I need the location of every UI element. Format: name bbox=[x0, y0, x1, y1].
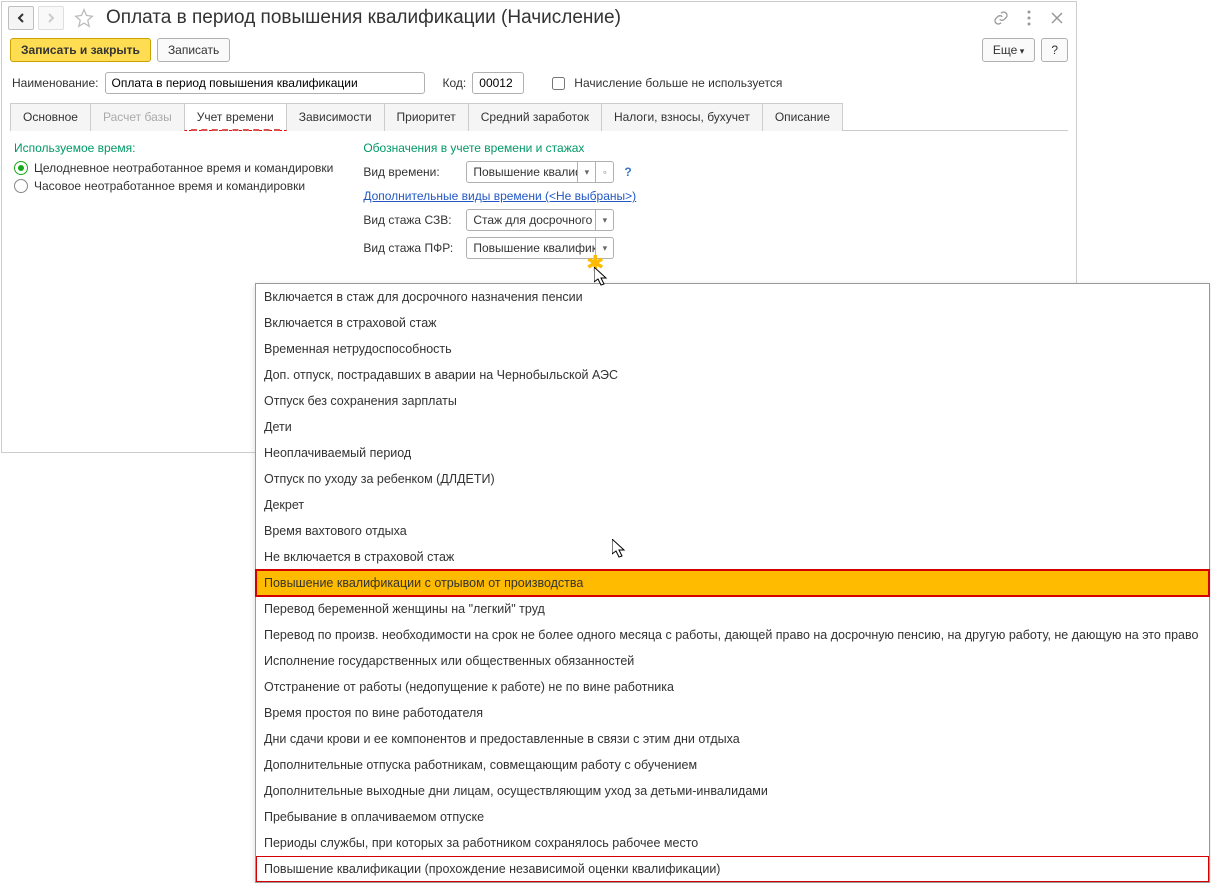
name-label: Наименование: bbox=[12, 76, 99, 90]
dropdown-item[interactable]: Включается в страховой стаж bbox=[256, 310, 1209, 336]
dropdown-item[interactable]: Дополнительные отпуска работникам, совме… bbox=[256, 752, 1209, 778]
tab-main[interactable]: Основное bbox=[10, 103, 91, 131]
vid-vremeni-label: Вид времени: bbox=[363, 165, 458, 179]
dropdown-item[interactable]: Перевод беременной женщины на "легкий" т… bbox=[256, 596, 1209, 622]
name-input[interactable] bbox=[105, 72, 425, 94]
code-label: Код: bbox=[443, 76, 467, 90]
dropdown-item[interactable]: Повышение квалификации (прохождение неза… bbox=[256, 856, 1209, 882]
radio-fullday-label: Целодневное неотработанное время и коман… bbox=[34, 161, 333, 175]
form-header-row: Наименование: Код: Начисление больше не … bbox=[2, 70, 1076, 102]
row-vid-vremeni: Вид времени: Повышение квалифика ▾ ▫ ? bbox=[363, 161, 636, 183]
close-icon[interactable] bbox=[1048, 9, 1066, 27]
dropdown-item[interactable]: Декрет bbox=[256, 492, 1209, 518]
pfr-label: Вид стажа ПФР: bbox=[363, 241, 458, 255]
help-icon[interactable]: ? bbox=[624, 165, 631, 179]
radio-hourly[interactable] bbox=[14, 179, 28, 193]
save-button[interactable]: Записать bbox=[157, 38, 230, 62]
used-time-title: Используемое время: bbox=[14, 141, 333, 155]
dropdown-item[interactable]: Временная нетрудоспособность bbox=[256, 336, 1209, 362]
unused-checkbox[interactable] bbox=[552, 77, 565, 90]
unused-label: Начисление больше не используется bbox=[574, 76, 782, 90]
dropdown-item[interactable]: Дни сдачи крови и ее компонентов и предо… bbox=[256, 726, 1209, 752]
tab-body: Используемое время: Целодневное неотрабо… bbox=[2, 131, 1076, 275]
titlebar: Оплата в период повышения квалификации (… bbox=[2, 2, 1076, 36]
save-and-close-button[interactable]: Записать и закрыть bbox=[10, 38, 151, 62]
left-column: Используемое время: Целодневное неотрабо… bbox=[14, 141, 333, 265]
dropdown-item[interactable]: Доп. отпуск, пострадавших в аварии на Че… bbox=[256, 362, 1209, 388]
tab-avg[interactable]: Средний заработок bbox=[468, 103, 602, 131]
row-pfr: Вид стажа ПФР: Повышение квалифика ▾ bbox=[363, 237, 636, 259]
dropdown-item[interactable]: Время простоя по вине работодателя bbox=[256, 700, 1209, 726]
szv-label: Вид стажа СЗВ: bbox=[363, 213, 458, 227]
tab-tax[interactable]: Налоги, взносы, бухучет bbox=[601, 103, 763, 131]
dropdown-item[interactable]: Пребывание в оплачиваемом отпуске bbox=[256, 804, 1209, 830]
pfr-combo[interactable]: Повышение квалифика ▾ bbox=[466, 237, 614, 259]
nav-back-button[interactable] bbox=[8, 6, 34, 30]
vid-vremeni-combo[interactable]: Повышение квалифика ▾ ▫ bbox=[466, 161, 614, 183]
pfr-value: Повышение квалифика bbox=[467, 241, 595, 255]
dropdown-item[interactable]: Не включается в страховой стаж bbox=[256, 544, 1209, 570]
more-button[interactable]: Еще bbox=[982, 38, 1035, 62]
chevron-down-icon[interactable]: ▾ bbox=[577, 162, 595, 182]
dropdown-item[interactable]: Включается в стаж для досрочного назначе… bbox=[256, 284, 1209, 310]
dropdown-item[interactable]: Время вахтового отдыха bbox=[256, 518, 1209, 544]
code-input[interactable] bbox=[472, 72, 524, 94]
designations-title: Обозначения в учете времени и стажах bbox=[363, 141, 636, 155]
favorite-star-icon[interactable] bbox=[72, 6, 96, 30]
row-dop-link: Дополнительные виды времени (<Не выбраны… bbox=[363, 189, 636, 203]
dropdown-item[interactable]: Периоды службы, при которых за работнико… bbox=[256, 830, 1209, 856]
chevron-down-icon[interactable]: ▾ bbox=[595, 210, 613, 230]
radio-row-hourly[interactable]: Часовое неотработанное время и командиро… bbox=[14, 179, 333, 193]
dropdown-item[interactable]: Дополнительные выходные дни лицам, осуще… bbox=[256, 778, 1209, 804]
link-icon[interactable] bbox=[992, 9, 1010, 27]
tab-time[interactable]: Учет времени bbox=[184, 103, 287, 131]
dropdown-item[interactable]: Дети bbox=[256, 414, 1209, 440]
toolbar: Записать и закрыть Записать Еще ? bbox=[2, 36, 1076, 70]
szv-value: Стаж для досрочного на bbox=[467, 213, 595, 227]
dropdown-item[interactable]: Отпуск без сохранения зарплаты bbox=[256, 388, 1209, 414]
additional-time-link[interactable]: Дополнительные виды времени (<Не выбраны… bbox=[363, 189, 636, 203]
tab-priority[interactable]: Приоритет bbox=[384, 103, 469, 131]
tab-deps[interactable]: Зависимости bbox=[286, 103, 385, 131]
dropdown-item[interactable]: Перевод по произв. необходимости на срок… bbox=[256, 622, 1209, 648]
tabs: Основное Расчет базы Учет времени Зависи… bbox=[10, 102, 1068, 131]
right-column: Обозначения в учете времени и стажах Вид… bbox=[363, 141, 636, 265]
kebab-menu-icon[interactable] bbox=[1020, 9, 1038, 27]
open-ref-icon[interactable]: ▫ bbox=[595, 162, 613, 182]
dropdown-item[interactable]: Отпуск по уходу за ребенком (ДЛДЕТИ) bbox=[256, 466, 1209, 492]
radio-row-fullday[interactable]: Целодневное неотработанное время и коман… bbox=[14, 161, 333, 175]
titlebar-actions bbox=[992, 9, 1066, 27]
tab-base[interactable]: Расчет базы bbox=[90, 103, 185, 131]
chevron-down-icon[interactable]: ▾ bbox=[595, 238, 613, 258]
dropdown-item[interactable]: Повышение квалификации с отрывом от прои… bbox=[256, 570, 1209, 596]
window-title: Оплата в период повышения квалификации (… bbox=[106, 7, 988, 29]
dropdown-item[interactable]: Отстранение от работы (недопущение к раб… bbox=[256, 674, 1209, 700]
vid-vremeni-value: Повышение квалифика bbox=[467, 165, 577, 179]
radio-hourly-label: Часовое неотработанное время и командиро… bbox=[34, 179, 305, 193]
row-szv: Вид стажа СЗВ: Стаж для досрочного на ▾ bbox=[363, 209, 636, 231]
dropdown-item[interactable]: Неоплачиваемый период bbox=[256, 440, 1209, 466]
nav-forward-button[interactable] bbox=[38, 6, 64, 30]
tab-desc[interactable]: Описание bbox=[762, 103, 843, 131]
pfr-dropdown-list[interactable]: Включается в стаж для досрочного назначе… bbox=[255, 283, 1210, 883]
help-button[interactable]: ? bbox=[1041, 38, 1068, 62]
radio-fullday[interactable] bbox=[14, 161, 28, 175]
szv-combo[interactable]: Стаж для досрочного на ▾ bbox=[466, 209, 614, 231]
dropdown-item[interactable]: Исполнение государственных или обществен… bbox=[256, 648, 1209, 674]
